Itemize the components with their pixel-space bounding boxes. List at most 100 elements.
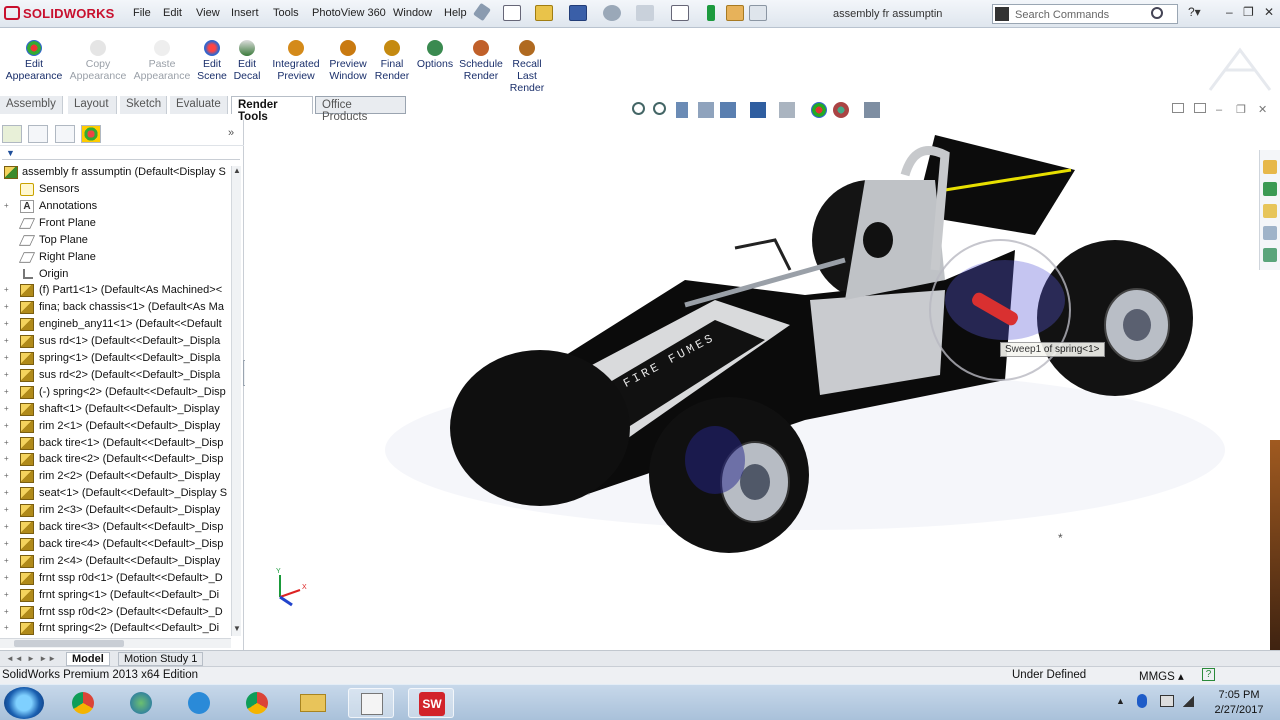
scroll-up-icon[interactable]: ▲ (233, 166, 241, 175)
menu-view[interactable]: View (196, 7, 220, 19)
explorer-taskbar-button[interactable] (290, 688, 336, 718)
expand-toggle-icon[interactable]: + (4, 573, 11, 581)
view-settings-icon[interactable] (864, 102, 880, 118)
design-library-icon[interactable] (1263, 182, 1277, 196)
expand-toggle-icon[interactable]: + (4, 337, 11, 345)
car-model-render[interactable]: FIRE FUMES Y X * (245, 120, 1258, 652)
file-explorer-icon[interactable] (1263, 204, 1277, 218)
restore-icon[interactable]: ❐ (1243, 5, 1254, 19)
zoom-to-fit-icon[interactable] (632, 102, 645, 115)
expand-toggle-icon[interactable]: + (4, 286, 11, 294)
open-folder-icon[interactable] (535, 5, 553, 21)
save-icon[interactable] (569, 5, 587, 21)
show-hidden-icons-icon[interactable]: ▲ (1116, 696, 1125, 706)
help-status-icon[interactable]: ? (1202, 668, 1215, 681)
expand-toggle-icon[interactable]: + (4, 590, 11, 598)
tree-item[interactable]: + frnt spring<1> (Default<<Default>_Di (0, 587, 232, 604)
undo-icon[interactable] (636, 5, 654, 21)
viewport-minimize-icon[interactable]: – (1216, 104, 1222, 116)
viewport-close-icon[interactable]: ✕ (1258, 103, 1267, 116)
expand-toggle-icon[interactable]: + (4, 539, 11, 547)
menu-help[interactable]: Help (444, 7, 467, 19)
menu-photoview[interactable]: PhotoView 360 (312, 7, 386, 19)
tree-item[interactable]: + engineb_any11<1> (Default<<Default (0, 316, 232, 333)
menu-file[interactable]: File (133, 7, 151, 19)
tree-item[interactable]: + sus rd<1> (Default<<Default>_Displa (0, 333, 232, 350)
tree-item[interactable]: + frnt spring<2> (Default<<Default>_Di (0, 620, 232, 637)
new-document-icon[interactable] (503, 5, 521, 21)
tree-item[interactable]: + back tire<1> (Default<<Default>_Disp (0, 435, 232, 452)
tree-item[interactable]: + shaft<1> (Default<<Default>_Display (0, 401, 232, 418)
viewport-split-icon[interactable] (1172, 103, 1184, 113)
previous-view-icon[interactable] (676, 102, 688, 118)
tree-item[interactable]: Origin (0, 266, 232, 283)
search-commands-input[interactable]: Search Commands (992, 4, 1178, 24)
taskbar-clock[interactable]: 7:05 PM 2/27/2017 (1204, 688, 1274, 718)
section-view-icon[interactable] (698, 102, 714, 118)
units-selector[interactable]: MMGS ▴ (1139, 669, 1184, 683)
expand-toggle-icon[interactable]: + (4, 472, 11, 480)
tree-item[interactable]: + back tire<3> (Default<<Default>_Disp (0, 519, 232, 536)
horizontal-scroll-thumb[interactable] (14, 640, 124, 647)
menu-tools[interactable]: Tools (273, 7, 299, 19)
tree-item[interactable]: + frnt ssp r0d<1> (Default<<Default>_D (0, 570, 232, 587)
rebuild-icon[interactable] (707, 5, 715, 21)
apply-scene-icon[interactable] (833, 102, 849, 118)
select-arrow-icon[interactable] (671, 5, 689, 21)
expand-toggle-icon[interactable]: + (4, 303, 11, 311)
display-style-icon[interactable] (750, 102, 766, 118)
command-edit-appearance-button[interactable]: Edit Appearance (2, 40, 66, 82)
display-manager-tab-icon[interactable] (81, 125, 101, 143)
search-icon[interactable] (1151, 7, 1163, 19)
expand-toggle-icon[interactable]: + (4, 370, 11, 378)
expand-toggle-icon[interactable]: + (4, 387, 11, 395)
tree-item[interactable]: + rim 2<4> (Default<<Default>_Display (0, 553, 232, 570)
document-taskbar-button[interactable] (348, 688, 394, 718)
scroll-down-icon[interactable]: ▼ (233, 624, 241, 633)
tab-model[interactable]: Model (66, 652, 110, 666)
wifi-app-taskbar-button[interactable] (176, 688, 222, 718)
tree-item[interactable]: + frnt ssp r0d<2> (Default<<Default>_D (0, 604, 232, 621)
tree-item[interactable]: + sus rd<2> (Default<<Default>_Displa (0, 367, 232, 384)
tree-horizontal-scrollbar[interactable] (0, 638, 231, 648)
tab-assembly[interactable]: Assembly (0, 96, 63, 114)
command-copy-appearance-button[interactable]: Copy Appearance (66, 40, 130, 82)
tree-item[interactable]: + back tire<2> (Default<<Default>_Disp (0, 451, 232, 468)
tree-item[interactable]: Front Plane (0, 215, 232, 232)
viewport-restore-icon[interactable]: ❐ (1236, 103, 1246, 116)
home-icon[interactable] (1263, 160, 1277, 174)
tree-item[interactable]: + fina; back chassis<1> (Default<As Ma (0, 299, 232, 316)
expand-toggle-icon[interactable]: + (4, 438, 11, 446)
tab-office-products[interactable]: Office Products (315, 96, 406, 123)
feature-tree-tab-icon[interactable] (2, 125, 22, 143)
expand-toggle-icon[interactable]: + (4, 320, 11, 328)
tab-layout[interactable]: Layout (68, 96, 117, 114)
expand-toggle-icon[interactable]: + (4, 506, 11, 514)
signal-icon[interactable] (1182, 696, 1194, 707)
tab-evaluate[interactable]: Evaluate (170, 96, 228, 114)
bluetooth-icon[interactable] (1137, 694, 1147, 708)
close-icon[interactable]: ✕ (1264, 5, 1274, 19)
chrome-2-taskbar-button[interactable] (234, 688, 280, 718)
property-manager-tab-icon[interactable] (28, 125, 48, 143)
print-icon[interactable] (603, 5, 621, 21)
solidworks-taskbar-button[interactable]: SW (408, 688, 454, 718)
expand-toggle-icon[interactable]: + (4, 404, 11, 412)
tab-scroll-arrows-icon[interactable]: ◄◄ ► ►► (6, 654, 57, 663)
tree-item[interactable]: + rim 2<1> (Default<<Default>_Display (0, 418, 232, 435)
filter-icon[interactable]: ▼ (6, 148, 15, 158)
tree-item[interactable]: Top Plane (0, 232, 232, 249)
tree-filter[interactable]: ▼ (2, 148, 240, 160)
pin-icon[interactable] (473, 2, 491, 22)
expand-toggle-icon[interactable]: + (4, 489, 11, 497)
expand-toggle-icon[interactable]: + (4, 354, 11, 362)
tree-item[interactable]: + rim 2<2> (Default<<Default>_Display (0, 468, 232, 485)
tree-item[interactable]: + (f) Part1<1> (Default<As Machined>< (0, 282, 232, 299)
zoom-to-area-icon[interactable] (653, 102, 666, 115)
command-recall-last-render-button[interactable]: Recall Last Render (495, 40, 559, 94)
appearances-icon[interactable] (1263, 248, 1277, 262)
tree-vertical-scrollbar[interactable]: ▲ ▼ (231, 166, 241, 636)
expand-toggle-icon[interactable]: + (4, 455, 11, 463)
tree-item[interactable]: + seat<1> (Default<<Default>_Display S (0, 485, 232, 502)
tree-item[interactable]: + spring<1> (Default<<Default>_Displa (0, 350, 232, 367)
